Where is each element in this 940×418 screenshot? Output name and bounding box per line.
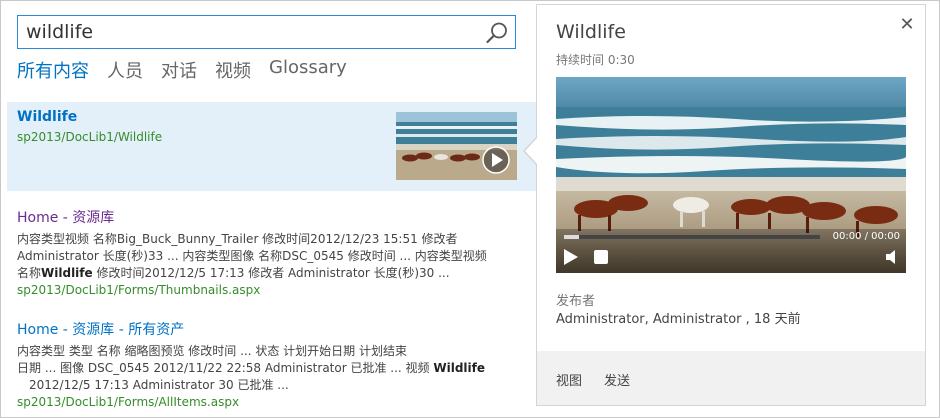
result-summary: 内容类型视频 名称Big_Buck_Bunny_Trailer 修改时间2012… xyxy=(17,231,517,282)
stop-icon[interactable] xyxy=(594,250,608,264)
result-item: Home - 资源库 - 所有资产 内容类型 类型 名称 缩略图预览 修改时间 … xyxy=(17,319,517,411)
search-verticals: 所有内容 人员 对话 视频 Glossary xyxy=(17,57,347,83)
publisher-value: Administrator, Administrator , 18 天前 xyxy=(556,312,801,327)
summary-line: 名称Wildlife 修改时间2012/12/5 17:13 修改者 Admin… xyxy=(17,266,450,280)
result-url: sp2013/DocLib1/Wildlife xyxy=(17,130,163,144)
callout-arrow-inner xyxy=(525,138,537,164)
tab-glossary[interactable]: Glossary xyxy=(269,57,347,83)
volume-icon[interactable] xyxy=(886,249,900,265)
result-summary: 内容类型 类型 名称 缩略图预览 修改时间 ... 状态 计划开始日期 计划结束… xyxy=(17,343,517,394)
video-thumbnail[interactable] xyxy=(396,112,517,180)
video-controls: 00:00 / 00:00 xyxy=(556,229,906,273)
search-input[interactable] xyxy=(26,19,476,45)
result-item-selected[interactable]: Wildlife sp2013/DocLib1/Wildlife xyxy=(7,102,536,191)
hit-highlight: Wildlife xyxy=(433,361,485,375)
progress-fill xyxy=(564,235,580,239)
result-title[interactable]: Home - 资源库 xyxy=(17,207,517,227)
result-title[interactable]: Home - 资源库 - 所有资产 xyxy=(17,319,517,339)
hit-highlight: Wildlife xyxy=(41,266,93,280)
video-time: 00:00 / 00:00 xyxy=(832,231,900,242)
tab-all-content[interactable]: 所有内容 xyxy=(17,57,89,83)
hover-panel: Wildlife ✕ 持续时间 0:30 00:00 / 00:00 发布者 A… xyxy=(536,4,926,406)
result-title[interactable]: Wildlife xyxy=(17,109,77,125)
panel-title: Wildlife xyxy=(556,21,626,43)
tab-people[interactable]: 人员 xyxy=(107,57,143,83)
summary-line: Administrator 长度(秒)33 ... 内容类型图像 名称DSC_0… xyxy=(17,249,487,263)
send-action[interactable]: 发送 xyxy=(604,370,630,389)
panel-actions: 视图 发送 xyxy=(537,351,925,405)
publisher-label: 发布者 xyxy=(556,294,596,309)
tab-videos[interactable]: 视频 xyxy=(215,57,251,83)
view-action[interactable]: 视图 xyxy=(556,370,582,389)
result-url: sp2013/DocLib1/Forms/Thumbnails.aspx xyxy=(17,283,261,297)
play-icon[interactable] xyxy=(564,249,578,265)
tab-conversations[interactable]: 对话 xyxy=(161,57,197,83)
summary-line: 内容类型视频 名称Big_Buck_Bunny_Trailer 修改时间2012… xyxy=(17,232,458,246)
result-item: Home - 资源库 内容类型视频 名称Big_Buck_Bunny_Trail… xyxy=(17,207,517,299)
result-url: sp2013/DocLib1/Forms/AllItems.aspx xyxy=(17,395,240,409)
summary-line: 内容类型 类型 名称 缩略图预览 修改时间 ... 状态 计划开始日期 计划结束 xyxy=(17,344,407,358)
search-box[interactable] xyxy=(17,15,516,49)
close-icon[interactable]: ✕ xyxy=(899,16,915,34)
summary-line: 日期 ... 图像 DSC_0545 2012/11/22 22:58 Admi… xyxy=(17,361,485,375)
video-player[interactable]: 00:00 / 00:00 xyxy=(556,77,906,273)
progress-bar[interactable] xyxy=(564,235,820,239)
summary-line: 2012/12/5 17:13 Administrator 30 已批准 ... xyxy=(29,378,289,392)
search-icon[interactable] xyxy=(485,21,509,45)
video-duration: 持续时间 0:30 xyxy=(556,53,635,67)
